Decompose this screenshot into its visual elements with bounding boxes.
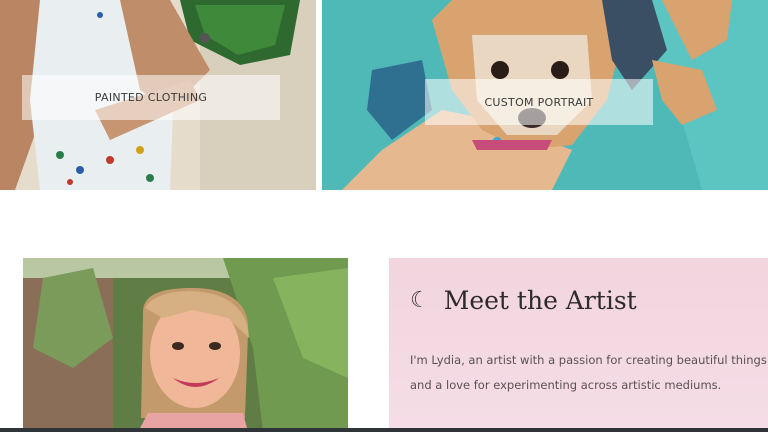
- crescent-moon-icon: ☾: [410, 288, 430, 313]
- meet-the-artist-heading: ☾ Meet the Artist: [410, 286, 637, 315]
- artist-photo: [23, 258, 348, 432]
- painted-clothing-label[interactable]: PAINTED CLOTHING: [22, 75, 280, 120]
- custom-portrait-tile[interactable]: CUSTOM PORTRAIT: [322, 0, 768, 190]
- painted-clothing-tile[interactable]: PAINTED CLOTHING: [0, 0, 316, 190]
- artist-bio-line: and a love for experimenting across arti…: [410, 378, 722, 392]
- meet-the-artist-card: ☾ Meet the Artist I'm Lydia, an artist w…: [389, 258, 768, 432]
- artist-bio-line: I'm Lydia, an artist with a passion for …: [410, 353, 767, 367]
- meet-the-artist-title: Meet the Artist: [443, 286, 637, 315]
- bottom-bar: [0, 428, 768, 432]
- custom-portrait-label[interactable]: CUSTOM PORTRAIT: [425, 79, 653, 125]
